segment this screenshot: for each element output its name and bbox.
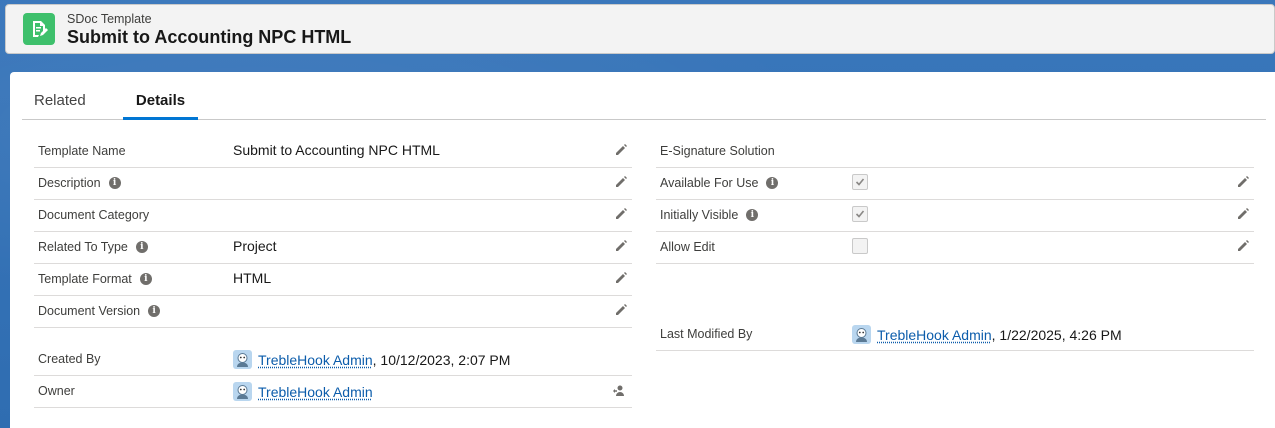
- page-title: Submit to Accounting NPC HTML: [67, 27, 352, 47]
- last-modified-date: , 1/22/2025, 4:26 PM: [991, 326, 1122, 343]
- object-type-label: SDoc Template: [67, 12, 152, 26]
- field-document-version: Document Version i: [34, 296, 632, 328]
- field-label: Template Format i: [38, 272, 152, 286]
- initially-visible-checkbox: [852, 206, 868, 222]
- pencil-icon[interactable]: [1236, 175, 1250, 189]
- info-icon[interactable]: i: [148, 305, 161, 317]
- owner-user-link[interactable]: TrebleHook Admin: [258, 384, 373, 400]
- field-available-for-use: Available For Use i: [656, 168, 1254, 200]
- field-value: TrebleHook Admin, 10/12/2023, 2:07 PM: [233, 350, 510, 369]
- field-value: Project: [233, 238, 277, 254]
- available-for-use-checkbox: [852, 174, 868, 190]
- field-initially-visible: Initially Visible i: [656, 200, 1254, 232]
- field-document-category: Document Category: [34, 200, 632, 232]
- pencil-icon[interactable]: [1236, 239, 1250, 253]
- pencil-icon[interactable]: [614, 143, 628, 157]
- field-value: HTML: [233, 270, 272, 286]
- field-label: Created By: [38, 352, 101, 366]
- field-owner: Owner TrebleHook Admin: [34, 376, 632, 408]
- field-label: Owner: [38, 384, 75, 398]
- pencil-icon[interactable]: [614, 303, 628, 317]
- field-label: Description i: [38, 176, 121, 190]
- field-label: Last Modified By: [660, 327, 753, 341]
- field-label: Allow Edit: [660, 240, 715, 254]
- left-field-column: Template Name Submit to Accounting NPC H…: [34, 136, 632, 408]
- tab-details[interactable]: Details: [123, 90, 198, 120]
- field-value: TrebleHook Admin, 1/22/2025, 4:26 PM: [852, 325, 1122, 344]
- user-avatar-icon: [233, 350, 252, 369]
- field-label: Available For Use i: [660, 176, 779, 190]
- last-modified-user-link[interactable]: TrebleHook Admin: [877, 327, 992, 343]
- field-template-format: Template Format i HTML: [34, 264, 632, 296]
- created-date: , 10/12/2023, 2:07 PM: [372, 351, 511, 368]
- info-icon[interactable]: i: [766, 177, 779, 189]
- field-allow-edit: Allow Edit: [656, 232, 1254, 264]
- field-value: [852, 238, 868, 254]
- change-owner-icon[interactable]: [612, 384, 626, 398]
- field-related-to-type: Related To Type i Project: [34, 232, 632, 264]
- field-esignature-solution: E-Signature Solution: [656, 136, 1254, 168]
- field-value: [852, 174, 868, 190]
- field-label: E-Signature Solution: [660, 144, 775, 158]
- field-value: Submit to Accounting NPC HTML: [233, 142, 440, 158]
- field-label: Document Category: [38, 208, 150, 222]
- record-detail-card: Related Details Template Name Submit to …: [10, 72, 1275, 428]
- field-value: [852, 206, 868, 222]
- info-icon[interactable]: i: [108, 177, 121, 189]
- field-value: TrebleHook Admin: [233, 382, 373, 401]
- created-by-user-link[interactable]: TrebleHook Admin: [258, 352, 373, 368]
- pencil-icon[interactable]: [1236, 207, 1250, 221]
- user-avatar-icon: [233, 382, 252, 401]
- document-edit-icon: [23, 13, 55, 45]
- info-icon[interactable]: i: [139, 273, 152, 285]
- field-created-by: Created By TrebleHook Admin, 10/12/2023,…: [34, 344, 632, 376]
- info-icon[interactable]: i: [135, 241, 148, 253]
- tab-bar: Related Details: [22, 90, 1266, 120]
- pencil-icon[interactable]: [614, 175, 628, 189]
- pencil-icon[interactable]: [614, 271, 628, 285]
- field-label: Related To Type i: [38, 240, 148, 254]
- field-last-modified-by: Last Modified By TrebleHook Admin, 1/22/…: [656, 319, 1254, 351]
- field-label: Template Name: [38, 144, 126, 158]
- user-avatar-icon: [852, 325, 871, 344]
- record-header: SDoc Template Submit to Accounting NPC H…: [5, 4, 1275, 54]
- field-label: Initially Visible i: [660, 208, 759, 222]
- right-field-column: E-Signature Solution Available For Use i …: [656, 136, 1254, 351]
- field-description: Description i: [34, 168, 632, 200]
- field-label: Document Version i: [38, 304, 161, 318]
- info-icon[interactable]: i: [746, 209, 759, 221]
- field-template-name: Template Name Submit to Accounting NPC H…: [34, 136, 632, 168]
- pencil-icon[interactable]: [614, 207, 628, 221]
- allow-edit-checkbox: [852, 238, 868, 254]
- pencil-icon[interactable]: [614, 239, 628, 253]
- tab-related[interactable]: Related: [34, 90, 86, 120]
